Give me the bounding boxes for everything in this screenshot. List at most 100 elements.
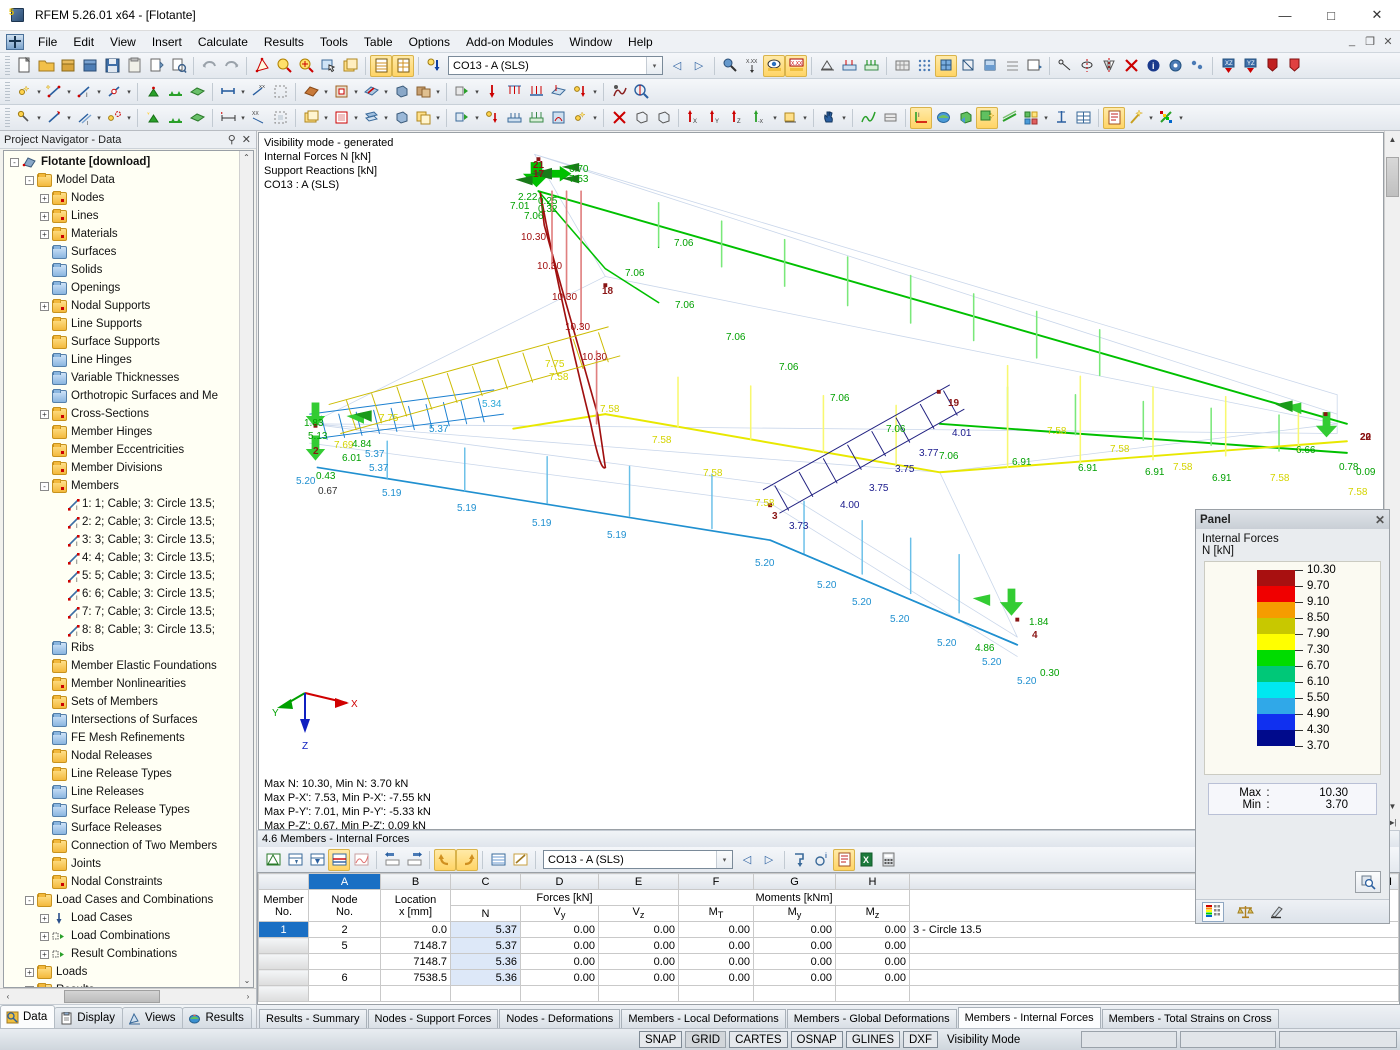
place-support-icon[interactable]	[142, 107, 164, 129]
hscroll-right-icon[interactable]: ›	[240, 989, 256, 1004]
new-load-case-icon[interactable]	[451, 81, 473, 103]
tree-item-flotante-download[interactable]: -Flotante [download]	[4, 153, 253, 171]
cell-force-Vz[interactable]: 0.00	[599, 938, 679, 954]
undo-icon[interactable]	[198, 55, 220, 77]
cell-location-x[interactable]: 7148.7	[381, 954, 451, 970]
surface-load-icon[interactable]	[547, 81, 569, 103]
tree-item-lines[interactable]: +Lines	[4, 207, 253, 225]
cell-moment-Mz[interactable]: 0.00	[836, 922, 910, 938]
toolbar-grip[interactable]	[5, 56, 10, 76]
tree-item-load-combinations[interactable]: +Load Combinations	[4, 927, 253, 945]
tree-item-materials[interactable]: +Materials	[4, 225, 253, 243]
new-line-icon[interactable]	[43, 81, 65, 103]
navigator-tab-results[interactable]: Results	[182, 1007, 251, 1028]
new-nodal-support-icon[interactable]	[142, 81, 164, 103]
member-division-icon[interactable]	[269, 81, 291, 103]
table-settings-icon[interactable]	[487, 849, 509, 871]
color-scale-icon[interactable]	[1155, 107, 1177, 129]
open-file-icon[interactable]	[35, 55, 57, 77]
tree-item-intersections-of-surfaces[interactable]: Intersections of Surfaces	[4, 711, 253, 729]
grid-display-icon[interactable]	[1001, 55, 1023, 77]
dimension-dropdown[interactable]: ▾	[239, 107, 247, 129]
results-grid-body[interactable]: 120.05.370.000.000.000.000.003 - Circle …	[259, 922, 1399, 1002]
place-surface-support-icon[interactable]	[186, 107, 208, 129]
visibility-dropdown[interactable]: ▾	[322, 107, 330, 129]
tree-item-ribs[interactable]: Ribs	[4, 639, 253, 657]
settings-gear-icon[interactable]	[1164, 55, 1186, 77]
status-snap[interactable]: SNAP	[639, 1031, 682, 1048]
menu-file[interactable]: File	[30, 32, 65, 52]
hscroll-track[interactable]	[16, 989, 240, 1004]
view-front-icon[interactable]: XZ	[1217, 55, 1239, 77]
result-grid-dropdown[interactable]: ▾	[1042, 107, 1050, 129]
status-grid[interactable]: GRID	[685, 1031, 726, 1048]
results-tab-members-internal-forces[interactable]: Members - Internal Forces	[958, 1007, 1101, 1028]
menu-addon-modules[interactable]: Add-on Modules	[458, 32, 561, 52]
cell-node-no[interactable]	[309, 954, 381, 970]
options-icon[interactable]	[1186, 55, 1208, 77]
next-load-case-button[interactable]: ▷	[688, 55, 710, 77]
cell-force-Vz[interactable]: 0.00	[599, 922, 679, 938]
navigator-tab-views[interactable]: Views	[122, 1007, 183, 1028]
mdi-close-button[interactable]: ✕	[1380, 35, 1396, 48]
results-tab-members-local-deformations[interactable]: Members - Local Deformations	[621, 1009, 785, 1028]
status-cartes[interactable]: CARTES	[729, 1031, 787, 1048]
result-values-display-icon[interactable]	[976, 107, 998, 129]
cell-moment-Mz[interactable]: 0.00	[836, 970, 910, 986]
results-tab-nodes-deformations[interactable]: Nodes - Deformations	[499, 1009, 620, 1028]
cell-node-no[interactable]: 5	[309, 938, 381, 954]
cell-force-Vy[interactable]: 0.00	[521, 954, 599, 970]
previous-load-case-button[interactable]: ◁	[666, 55, 688, 77]
model-box-icon[interactable]	[630, 107, 652, 129]
tree-item-members[interactable]: -Members	[4, 477, 253, 495]
tree-expander[interactable]: +	[40, 950, 49, 959]
tree-item-3-3-cable-3-circle-13-5[interactable]: I3: 3; Cable; 3: Circle 13.5;	[4, 531, 253, 549]
tree-expander[interactable]: +	[25, 986, 34, 989]
mdi-minimize-button[interactable]: _	[1344, 35, 1360, 48]
results-tab-results-summary[interactable]: Results - Summary	[259, 1009, 367, 1028]
new-rib-icon[interactable]	[360, 81, 382, 103]
redo-icon[interactable]	[220, 55, 242, 77]
scroll-down-icon[interactable]: ⌄	[240, 974, 254, 987]
cell-force-N[interactable]: 5.37	[451, 938, 521, 954]
snap-object-dropdown[interactable]: ▾	[35, 107, 43, 129]
table-export-report-icon[interactable]	[833, 849, 855, 871]
info-icon[interactable]: i	[1142, 55, 1164, 77]
load-case-combo[interactable]: CO13 - A (SLS) ▾	[448, 56, 663, 75]
rfem-menu-icon[interactable]	[6, 34, 24, 50]
copy-view-dropdown[interactable]: ▾	[434, 107, 442, 129]
result-diagram-icon[interactable]	[857, 107, 879, 129]
selection-rect-icon[interactable]	[269, 107, 291, 129]
cell-location-x[interactable]: 7148.7	[381, 938, 451, 954]
new-contact-dropdown[interactable]: ▾	[434, 81, 442, 103]
clipping-plane-dropdown[interactable]: ▾	[382, 107, 390, 129]
copy-icon[interactable]: I	[73, 107, 95, 129]
snap-object-icon[interactable]	[13, 107, 35, 129]
move-icon[interactable]	[43, 107, 65, 129]
viewport-scroll-up-icon[interactable]: ▲	[1385, 131, 1400, 147]
tree-item-orthotropic-surfaces-and-me[interactable]: Orthotropic Surfaces and Me	[4, 387, 253, 405]
magic-wand-dropdown[interactable]: ▾	[1147, 107, 1155, 129]
panel-close-icon[interactable]: ✕	[1375, 513, 1385, 527]
solid-view-icon[interactable]	[390, 107, 412, 129]
tree-expander[interactable]: +	[40, 194, 49, 203]
clipping-plane-icon[interactable]	[360, 107, 382, 129]
col-letter-h[interactable]: H	[836, 874, 910, 890]
tree-expander[interactable]: -	[10, 158, 19, 167]
pan-hand-icon[interactable]	[818, 107, 840, 129]
menu-window[interactable]: Window	[561, 32, 620, 52]
panel-tab-color-scale[interactable]	[1202, 902, 1224, 922]
load-combination-dropdown[interactable]: ▾	[591, 107, 599, 129]
rotate-icon[interactable]	[1076, 55, 1098, 77]
delete-results-icon[interactable]	[608, 107, 630, 129]
new-opening-icon[interactable]	[330, 81, 352, 103]
tree-item-nodes[interactable]: +Nodes	[4, 189, 253, 207]
cell-force-Vy[interactable]: 0.00	[521, 938, 599, 954]
new-solid-icon[interactable]	[390, 81, 412, 103]
col-letter-c[interactable]: C	[451, 874, 521, 890]
load-case-select-icon[interactable]	[423, 55, 445, 77]
table-prev-case-button[interactable]: ◁	[736, 849, 758, 871]
row-header-member-no[interactable]	[259, 954, 309, 970]
cell-node-no[interactable]: 6	[309, 970, 381, 986]
cell-cross-section[interactable]	[910, 954, 1399, 970]
